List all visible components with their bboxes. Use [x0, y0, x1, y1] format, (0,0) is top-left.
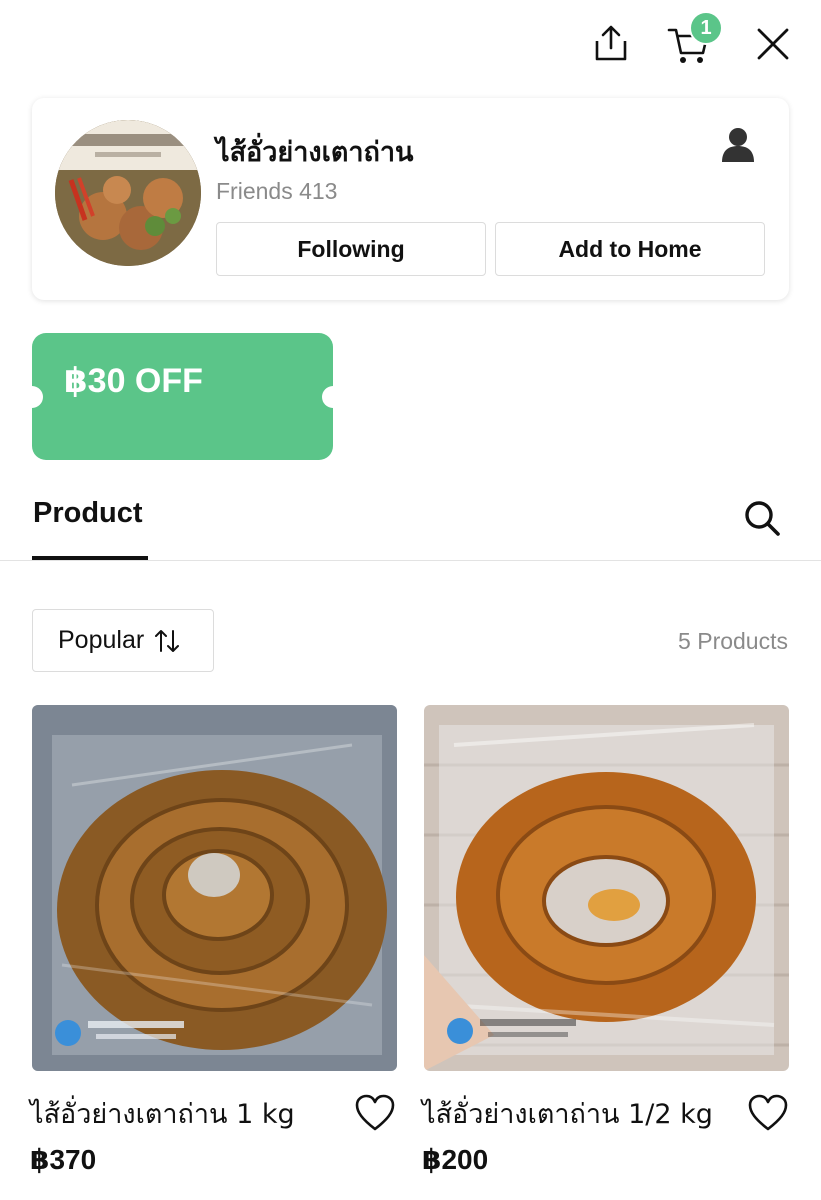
shop-avatar[interactable]	[55, 120, 201, 266]
heart-icon[interactable]	[747, 1093, 789, 1133]
shop-name: ไส้อั่วย่างเตาถ่าน	[216, 137, 414, 168]
product-image[interactable]	[424, 705, 789, 1071]
profile-icon[interactable]	[720, 126, 756, 164]
coupon-card[interactable]: ฿30 OFF	[32, 333, 333, 460]
friends-count: Friends 413	[216, 178, 338, 204]
sort-label: Popular	[58, 626, 145, 654]
share-button[interactable]	[590, 22, 632, 64]
product-name[interactable]: ไส้อั่วย่างเตาถ่าน 1/2 kg	[422, 1092, 713, 1135]
product-name[interactable]: ไส้อั่วย่างเตาถ่าน 1 kg	[30, 1092, 295, 1135]
following-button[interactable]: Following	[216, 222, 486, 276]
cart-count-badge: 1	[689, 11, 723, 45]
sort-icon	[155, 629, 180, 652]
product-image[interactable]	[32, 705, 397, 1071]
tab-divider	[0, 560, 821, 561]
tab-product[interactable]: Product	[33, 497, 143, 530]
add-to-home-button[interactable]: Add to Home	[495, 222, 765, 276]
heart-icon[interactable]	[354, 1093, 396, 1133]
close-button[interactable]	[754, 25, 792, 63]
share-icon	[595, 25, 627, 61]
sort-dropdown[interactable]: Popular	[32, 609, 214, 672]
product-price: ฿200	[422, 1144, 489, 1175]
search-icon[interactable]	[742, 498, 782, 538]
coupon-label: ฿30 OFF	[64, 362, 203, 400]
shop-profile-card: ไส้อั่วย่างเตาถ่าน Friends 413 Following…	[32, 98, 789, 300]
close-icon	[757, 28, 789, 60]
product-price: ฿370	[30, 1144, 97, 1175]
product-count: 5 Products	[678, 628, 788, 654]
